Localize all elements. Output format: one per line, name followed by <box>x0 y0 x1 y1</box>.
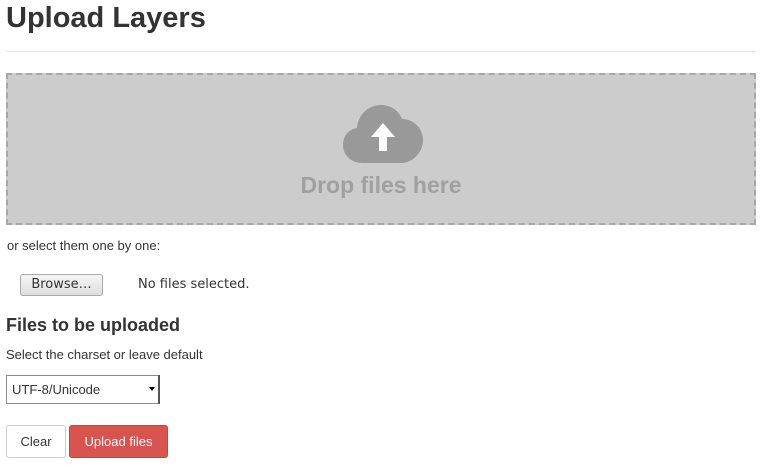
title-divider <box>6 51 756 52</box>
select-files-hint: or select them one by one: <box>7 238 161 253</box>
upload-files-button[interactable]: Upload files <box>69 425 168 458</box>
files-to-upload-heading: Files to be uploaded <box>6 315 181 335</box>
page-title: Upload Layers <box>6 2 206 34</box>
charset-selected-value: UTF-8/Unicode <box>12 382 101 397</box>
upload-layers-page: Upload Layers Drop files here or select … <box>0 0 763 465</box>
drop-files-text: Drop files here <box>300 172 462 198</box>
chevron-down-icon <box>149 387 155 391</box>
clear-button[interactable]: Clear <box>6 425 66 458</box>
select-edge <box>158 375 160 404</box>
browse-button[interactable]: Browse… <box>20 274 103 296</box>
cloud-upload-icon <box>343 105 423 163</box>
charset-label: Select the charset or leave default <box>6 347 203 362</box>
file-drop-zone[interactable]: Drop files here <box>6 73 756 225</box>
file-selection-status: No files selected. <box>138 277 250 292</box>
charset-select[interactable]: UTF-8/Unicode <box>6 375 160 404</box>
